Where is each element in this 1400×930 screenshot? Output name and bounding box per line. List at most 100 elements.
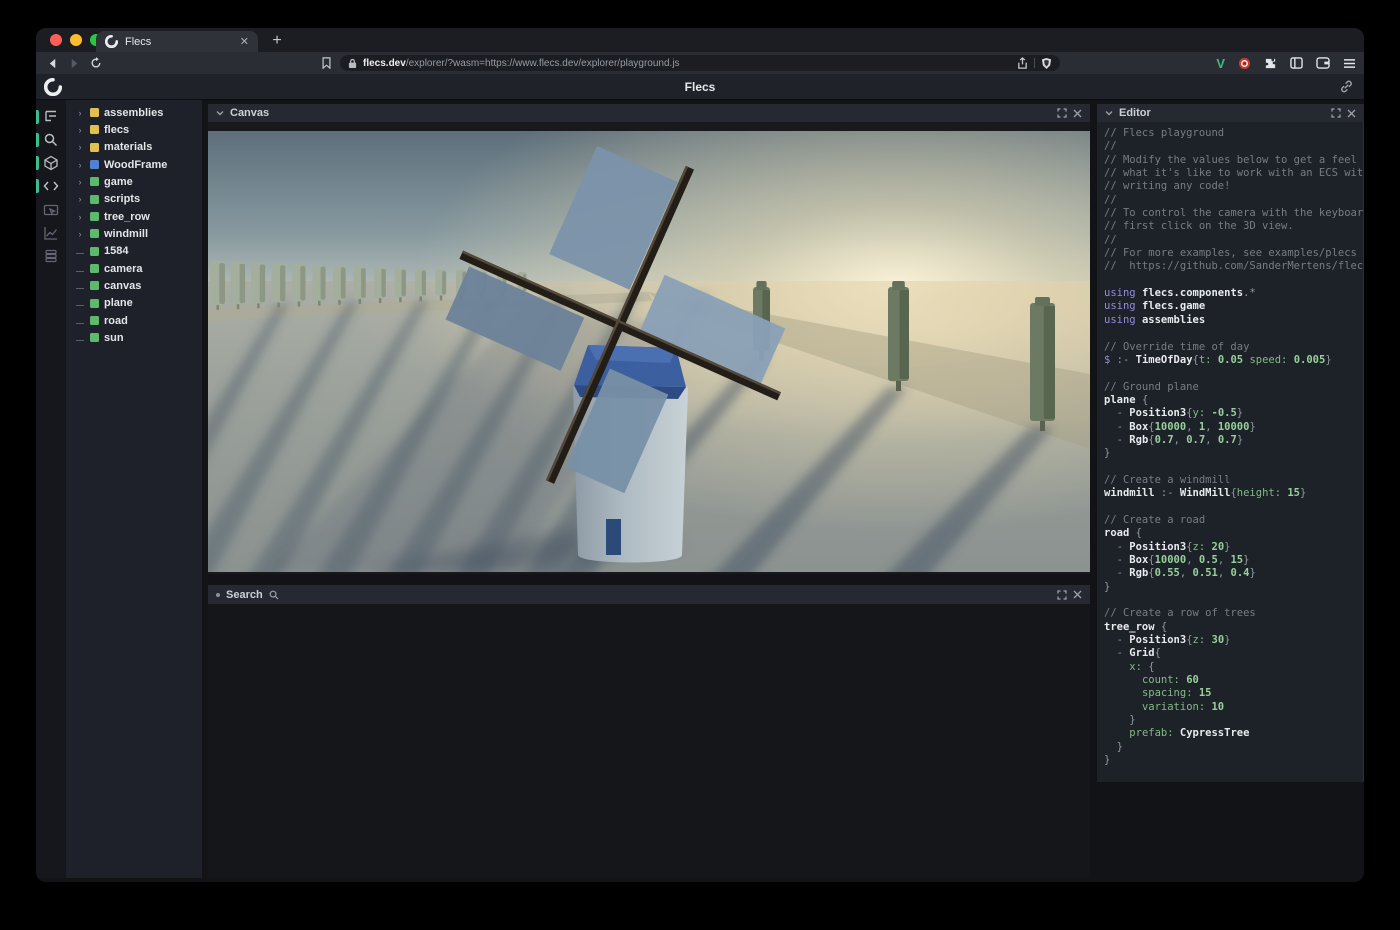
tree-item-camera[interactable]: camera: [66, 260, 202, 277]
entity-color-square: [90, 333, 99, 342]
tree-item-flecs[interactable]: ›flecs: [66, 121, 202, 138]
close-panel-icon[interactable]: [1347, 109, 1356, 118]
search-panel-body[interactable]: [208, 604, 1090, 878]
strip-search-icon[interactable]: [36, 130, 66, 150]
chevron-down-icon[interactable]: [216, 110, 224, 116]
strip-stats-icon[interactable]: [36, 223, 66, 243]
close-panel-icon[interactable]: [1073, 109, 1082, 118]
tree-item-game[interactable]: ›game: [66, 173, 202, 190]
code-line: variation: 10: [1104, 701, 1363, 714]
reload-button[interactable]: [88, 55, 104, 71]
code-line: // Create a road: [1104, 514, 1363, 527]
strip-queries-icon[interactable]: [36, 246, 66, 266]
sidebar-toggle-icon[interactable]: [1290, 57, 1303, 69]
browser-tab-flecs[interactable]: Flecs ✕: [96, 31, 258, 52]
tab-title: Flecs: [125, 36, 233, 48]
vue-devtools-icon[interactable]: V: [1216, 56, 1225, 71]
code-line: }: [1104, 447, 1363, 460]
leaf-dash-icon: [75, 281, 85, 291]
tree-item-1584[interactable]: 1584: [66, 243, 202, 260]
tree-item-WoodFrame[interactable]: ›WoodFrame: [66, 156, 202, 173]
fullscreen-icon[interactable]: [1057, 590, 1067, 600]
expand-arrow-icon[interactable]: ›: [75, 229, 85, 239]
bookmark-icon[interactable]: [318, 55, 334, 71]
menu-icon[interactable]: [1343, 58, 1356, 69]
code-line: // Create a row of trees: [1104, 607, 1363, 620]
tree-item-scripts[interactable]: ›scripts: [66, 191, 202, 208]
tree-item-canvas[interactable]: canvas: [66, 277, 202, 294]
expand-arrow-icon[interactable]: ›: [75, 212, 85, 222]
tree-item-windmill[interactable]: › windmill: [66, 225, 202, 242]
code-line: x: {: [1104, 661, 1363, 674]
canvas-3d-view[interactable]: [208, 122, 1090, 574]
new-tab-button[interactable]: +: [266, 30, 288, 52]
tree-item-assemblies[interactable]: ›assemblies: [66, 104, 202, 121]
back-button[interactable]: [44, 55, 60, 71]
code-line: //: [1104, 140, 1363, 153]
strip-inspect-icon[interactable]: [36, 201, 66, 221]
entity-color-square: [90, 316, 99, 325]
search-panel-header[interactable]: Search: [208, 585, 1090, 604]
tree-item-label: tree_row: [104, 211, 150, 223]
expand-arrow-icon[interactable]: ›: [75, 108, 85, 118]
tree-item-road[interactable]: road: [66, 312, 202, 329]
code-line: // Ground plane: [1104, 381, 1363, 394]
wallet-icon[interactable]: [1316, 57, 1330, 69]
code-line: count: 60: [1104, 674, 1363, 687]
tree-item-plane[interactable]: plane: [66, 295, 202, 312]
expand-arrow-icon[interactable]: ›: [75, 177, 85, 187]
strip-entities-3d-icon[interactable]: [36, 153, 66, 173]
chevron-down-icon[interactable]: [1105, 110, 1113, 116]
code-line: prefab: CypressTree: [1104, 727, 1363, 740]
expand-arrow-icon[interactable]: ›: [75, 125, 85, 135]
code-line: spacing: 15: [1104, 687, 1363, 700]
lock-icon: [348, 58, 357, 69]
close-window-button[interactable]: [50, 34, 62, 46]
code-line: using assemblies: [1104, 314, 1363, 327]
tree-item-materials[interactable]: › materials: [66, 139, 202, 156]
entity-color-square: [90, 160, 99, 169]
entity-tree-panel: ›assemblies›flecs›materials›WoodFrame›ga…: [66, 100, 202, 878]
brave-shield-icon[interactable]: [1041, 57, 1052, 70]
share-link-icon[interactable]: [1339, 79, 1354, 94]
code-editor[interactable]: // Flecs playground//// Modify the value…: [1097, 122, 1364, 782]
tree-item-label: materials: [104, 141, 152, 153]
url-domain: flecs.dev: [363, 58, 406, 69]
expand-arrow-icon[interactable]: ›: [75, 194, 85, 204]
expand-arrow-icon[interactable]: ›: [75, 160, 85, 170]
forward-button[interactable]: [66, 55, 82, 71]
fullscreen-icon[interactable]: [1057, 108, 1067, 118]
close-panel-icon[interactable]: [1073, 590, 1082, 599]
strip-hierarchy-icon[interactable]: [36, 107, 66, 127]
code-line: - Position3{z: 20}: [1104, 541, 1363, 554]
canvas-panel-header[interactable]: Canvas: [208, 104, 1090, 122]
entity-color-square: [90, 195, 99, 204]
leaf-dash-icon: [75, 246, 85, 256]
entity-color-square: [90, 177, 99, 186]
extension-red-icon[interactable]: [1238, 57, 1251, 70]
expand-arrow-icon[interactable]: ›: [75, 142, 85, 152]
code-line: // Create a windmill: [1104, 474, 1363, 487]
code-line: road {: [1104, 527, 1363, 540]
tree-item-sun[interactable]: sun: [66, 329, 202, 346]
tree-item-label: canvas: [104, 280, 141, 292]
tree-item-tree_row[interactable]: › tree_row: [66, 208, 202, 225]
share-icon[interactable]: [1017, 57, 1028, 70]
code-line: - Box{10000, 1, 10000}: [1104, 421, 1363, 434]
tree-item-label: plane: [104, 297, 133, 309]
tree-item-label: camera: [104, 263, 143, 275]
tab-close-icon[interactable]: ✕: [240, 35, 249, 48]
tab-bar: Flecs ✕ +: [36, 28, 1364, 52]
minimize-window-button[interactable]: [70, 34, 82, 46]
entity-color-square: [90, 125, 99, 134]
editor-panel-header[interactable]: Editor: [1097, 104, 1364, 122]
extensions-puzzle-icon[interactable]: [1264, 57, 1277, 70]
strip-code-icon[interactable]: [36, 176, 66, 196]
url-bar[interactable]: flecs.dev/explorer/?wasm=https://www.fle…: [340, 55, 1060, 71]
code-line: using flecs.game: [1104, 300, 1363, 313]
entity-color-square: [90, 247, 99, 256]
fullscreen-icon[interactable]: [1331, 108, 1341, 118]
tree-item-label: windmill: [104, 228, 148, 240]
collapsed-dot-icon[interactable]: [216, 593, 220, 597]
page-header: Flecs: [36, 74, 1364, 100]
